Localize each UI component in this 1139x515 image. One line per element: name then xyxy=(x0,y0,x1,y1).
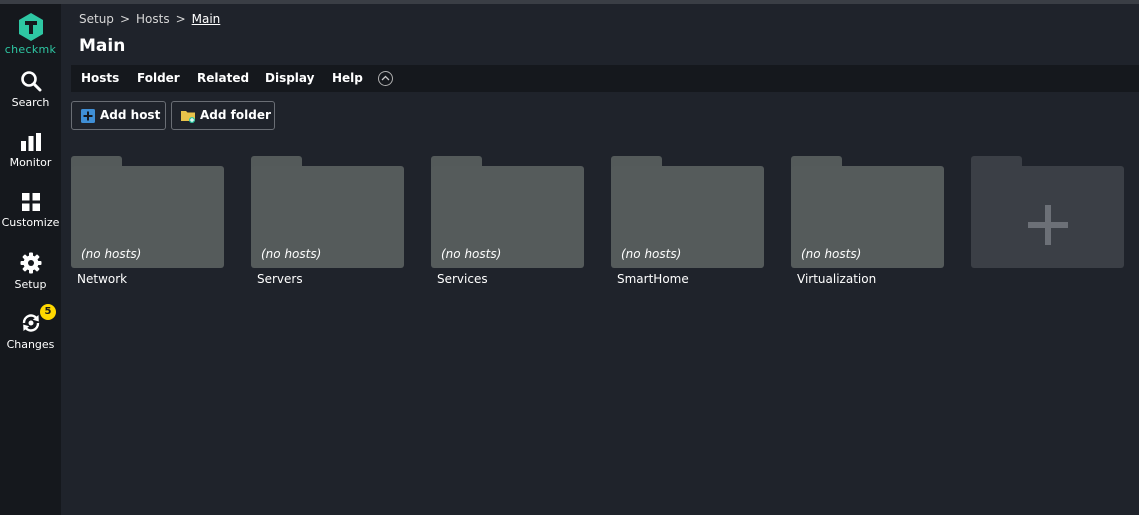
grid-icon xyxy=(21,193,40,211)
pending-changes-badge: 5 xyxy=(40,304,56,320)
sidebar-item-label: Monitor xyxy=(9,156,52,169)
page-menubar: Hosts Folder Related Display Help xyxy=(71,65,1139,92)
add-host-button[interactable]: Add host xyxy=(71,101,166,130)
folder-host-count: (no hosts) xyxy=(441,247,502,261)
menu-help[interactable]: Help xyxy=(332,71,363,85)
sidebar-item-search[interactable]: Search xyxy=(0,70,61,109)
folder-host-count: (no hosts) xyxy=(81,247,142,261)
folder-name[interactable]: Services xyxy=(437,272,488,286)
page-title: Main xyxy=(79,36,126,56)
breadcrumb-item-main[interactable]: Main xyxy=(192,12,221,26)
sidebar: checkmk Search Monitor Customize Setup 5… xyxy=(0,4,61,515)
folder-name[interactable]: SmartHome xyxy=(617,272,689,286)
add-folder-button[interactable]: Add folder xyxy=(171,101,275,130)
new-folder-tile[interactable] xyxy=(971,156,1124,270)
menu-folder[interactable]: Folder xyxy=(137,71,180,85)
folder-name[interactable]: Network xyxy=(77,272,127,286)
breadcrumb-separator: > xyxy=(119,12,130,26)
menu-display[interactable]: Display xyxy=(265,71,314,85)
search-icon xyxy=(20,71,41,92)
sidebar-item-customize[interactable]: Customize xyxy=(0,192,61,229)
folder-host-count: (no hosts) xyxy=(621,247,682,261)
collapse-menu-icon[interactable] xyxy=(378,71,393,86)
sidebar-item-label: Search xyxy=(11,96,50,109)
folder-host-count: (no hosts) xyxy=(261,247,322,261)
breadcrumb-item-hosts[interactable]: Hosts xyxy=(136,12,170,26)
sidebar-item-label: Changes xyxy=(6,338,55,351)
add-folder-label: Add folder xyxy=(200,108,271,122)
folder-name[interactable]: Servers xyxy=(257,272,303,286)
folder-tile-virtualization[interactable]: (no hosts) xyxy=(791,156,944,270)
folder-tile-smarthome[interactable]: (no hosts) xyxy=(611,156,764,270)
sidebar-item-setup[interactable]: Setup xyxy=(0,252,61,291)
folder-tile-network[interactable]: (no hosts) xyxy=(71,156,224,270)
chevron-up-icon xyxy=(381,75,390,81)
main-content: Setup > Hosts > Main Main Hosts Folder Relat… xyxy=(61,4,1139,515)
folder-tile-servers[interactable]: (no hosts) xyxy=(251,156,404,270)
add-folder-icon xyxy=(181,111,195,123)
menu-related[interactable]: Related xyxy=(197,71,249,85)
folder-tile-services[interactable]: (no hosts) xyxy=(431,156,584,270)
plus-icon xyxy=(1045,205,1051,245)
logo-text: checkmk xyxy=(4,43,57,56)
sidebar-item-changes[interactable]: 5 Changes xyxy=(0,304,61,351)
checkmk-logo[interactable]: checkmk xyxy=(0,12,61,56)
menu-hosts[interactable]: Hosts xyxy=(81,71,119,85)
folder-name[interactable]: Virtualization xyxy=(797,272,876,286)
breadcrumb: Setup > Hosts > Main xyxy=(79,12,220,26)
add-host-icon xyxy=(81,109,95,123)
folder-host-count: (no hosts) xyxy=(801,247,862,261)
checkmk-logo-icon xyxy=(18,13,43,41)
bar-chart-icon xyxy=(20,133,41,151)
breadcrumb-item-setup[interactable]: Setup xyxy=(79,12,114,26)
sidebar-item-label: Setup xyxy=(14,278,47,291)
changes-icon xyxy=(22,314,39,332)
sidebar-item-label: Customize xyxy=(1,216,60,229)
add-host-label: Add host xyxy=(100,108,161,122)
breadcrumb-separator: > xyxy=(175,12,186,26)
sidebar-item-monitor[interactable]: Monitor xyxy=(0,132,61,169)
gear-icon xyxy=(20,252,41,274)
